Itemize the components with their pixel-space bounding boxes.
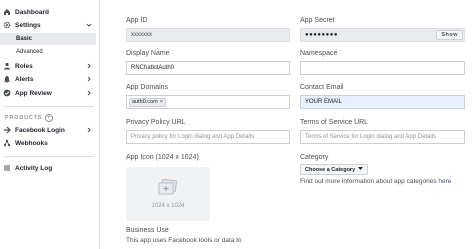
app-icon-upload[interactable]: 1024 x 1024: [126, 167, 210, 221]
sidebar-item-label: Facebook Login: [15, 126, 65, 134]
category-dropdown-label: Choose a Category: [305, 166, 356, 173]
app-icon-size-text: 1024 x 1024: [151, 203, 185, 209]
category-info: Find out more information about app cate…: [300, 178, 451, 185]
sidebar-item-dashboard[interactable]: Dashboard: [0, 6, 100, 18]
privacy-policy-placeholder: Privacy policy for Login dialog and App …: [131, 134, 255, 140]
display-name-input[interactable]: RNChatkitAuth0: [126, 61, 290, 75]
category-dropdown[interactable]: Choose a Category: [300, 164, 369, 175]
sidebar-item-facebook-login[interactable]: Facebook Login: [0, 124, 100, 136]
terms-of-service-placeholder: Terms of Service for Login dialog and Ap…: [305, 134, 437, 140]
category-info-link[interactable]: here: [438, 178, 451, 185]
app-secret-field[interactable]: ●●●●●●●● Show: [300, 28, 465, 42]
webhook-icon: [3, 139, 11, 147]
app-secret-label: App Secret: [300, 17, 335, 24]
checkmark-circle-icon: [3, 89, 11, 97]
home-icon: [3, 8, 11, 16]
sidebar-item-label: Settings: [15, 21, 41, 29]
chevron-right-icon: [86, 76, 92, 84]
sidebar-item-alerts[interactable]: Alerts: [0, 73, 100, 85]
chevron-right-icon: [86, 63, 92, 71]
sidebar-divider: [4, 156, 94, 157]
gear-icon: [3, 21, 11, 29]
app-domains-label: App Domains: [126, 84, 169, 91]
sidebar-item-label: App Review: [15, 89, 52, 97]
close-icon[interactable]: ×: [160, 99, 163, 105]
login-icon: [3, 126, 11, 134]
products-heading-label: PRODUCTS: [5, 115, 43, 121]
sidebar-item-activity-log[interactable]: Activity Log: [0, 162, 100, 174]
terms-of-service-input[interactable]: Terms of Service for Login dialog and Ap…: [300, 130, 465, 144]
bell-icon: [3, 75, 11, 83]
sidebar-item-label: Dashboard: [15, 8, 49, 16]
list-icon: [3, 164, 11, 172]
privacy-policy-label: Privacy Policy URL: [126, 119, 186, 126]
sidebar-divider: [4, 106, 94, 107]
add-product-icon[interactable]: +: [45, 114, 54, 122]
sidebar-subitem-basic[interactable]: Basic: [0, 33, 96, 45]
business-use-label: Business Use: [126, 227, 169, 234]
chevron-right-icon: [86, 127, 92, 135]
products-heading: PRODUCTS +: [5, 114, 54, 122]
contact-email-label: Contact Email: [300, 84, 344, 91]
caret-down-icon: [358, 166, 364, 173]
sidebar-item-webhooks[interactable]: Webhooks: [0, 137, 100, 149]
terms-of-service-label: Terms of Service URL: [300, 119, 369, 126]
app-icon-label: App Icon (1024 x 1024): [126, 154, 199, 161]
app-id-field[interactable]: xxxxxxx: [126, 28, 290, 42]
app-secret-value: ●●●●●●●●: [305, 32, 338, 38]
app-id-label: App ID: [126, 17, 148, 24]
chevron-down-icon: [86, 22, 92, 30]
image-icon: [157, 178, 179, 199]
domain-tag-label: auth0.com: [132, 99, 158, 105]
namespace-input[interactable]: [300, 61, 465, 75]
category-info-text: Find out more information about app cate…: [300, 178, 439, 185]
sidebar-subitem-advanced[interactable]: Advanced: [0, 46, 96, 58]
display-name-label: Display Name: [126, 50, 170, 57]
domain-tag: auth0.com ×: [129, 97, 166, 107]
namespace-label: Namespace: [300, 50, 338, 57]
user-icon: [3, 62, 11, 70]
sidebar-item-label: Roles: [15, 62, 33, 70]
contact-email-input[interactable]: YOUR EMAIL: [300, 95, 465, 109]
chevron-right-icon: [86, 90, 92, 98]
sidebar-item-app-review[interactable]: App Review: [0, 87, 100, 99]
app-domains-input[interactable]: auth0.com ×: [126, 95, 290, 109]
privacy-policy-input[interactable]: Privacy policy for Login dialog and App …: [126, 130, 290, 144]
sidebar: Dashboard Settings Basic Advanced Roles …: [0, 0, 100, 249]
sidebar-item-label: Activity Log: [15, 164, 53, 172]
category-label: Category: [300, 154, 329, 161]
sidebar-item-roles[interactable]: Roles: [0, 60, 100, 72]
sidebar-item-label: Webhooks: [15, 139, 48, 147]
sidebar-item-label: Alerts: [15, 75, 34, 83]
show-secret-button[interactable]: Show: [436, 30, 463, 40]
business-use-text: This app uses Facebook tools or data to: [126, 237, 242, 244]
sidebar-item-settings[interactable]: Settings: [0, 19, 100, 31]
